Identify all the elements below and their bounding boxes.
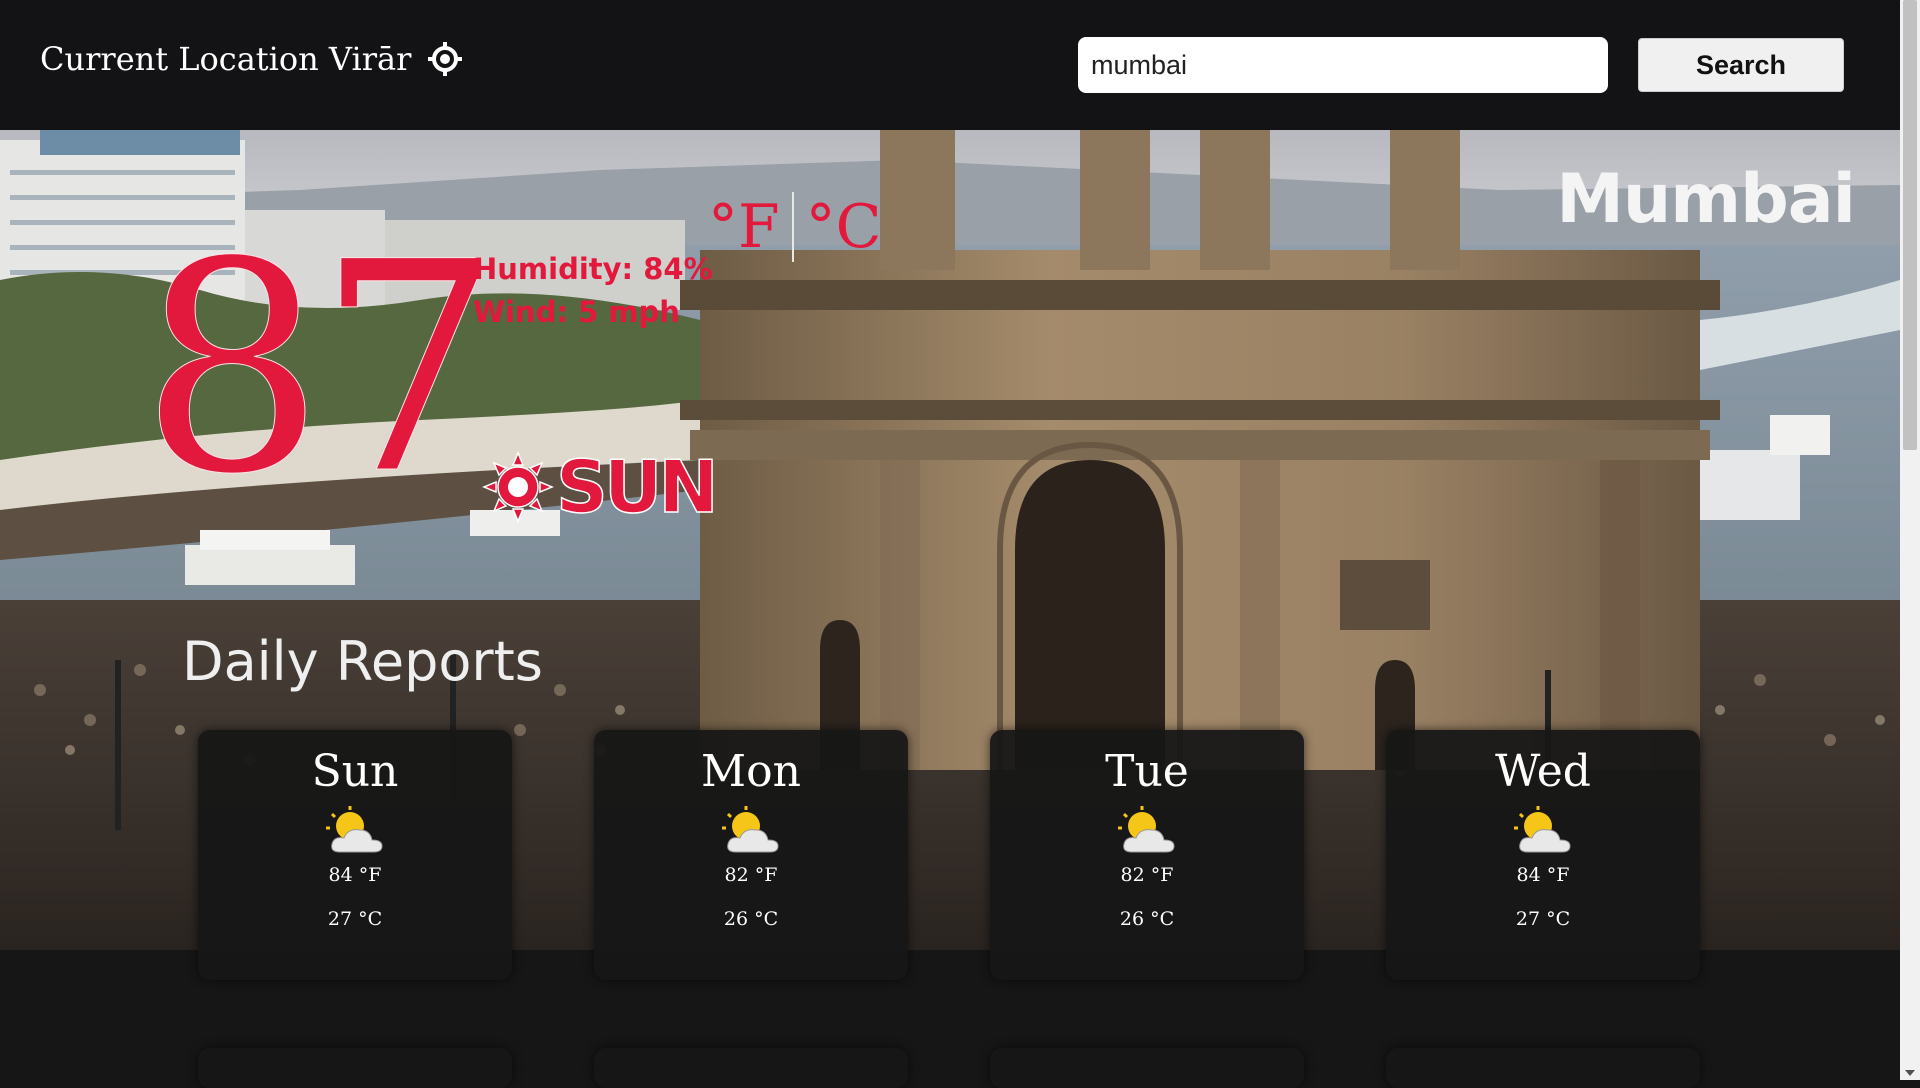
partly-sunny-icon <box>720 806 782 856</box>
forecast-card: Sun 84 °F 27 °C <box>198 730 512 980</box>
partly-sunny-icon <box>1512 806 1574 856</box>
forecast-temp-f: 82 °F <box>1120 864 1174 886</box>
search-input[interactable] <box>1078 37 1608 93</box>
forecast-temp-f: 84 °F <box>328 864 382 886</box>
search-button[interactable]: Search <box>1638 38 1844 92</box>
scrollbar-thumb[interactable] <box>1903 0 1917 450</box>
forecast-temp-f: 84 °F <box>1516 864 1570 886</box>
forecast-card-next <box>198 1048 512 1088</box>
unit-celsius-button[interactable]: °C <box>798 192 890 262</box>
forecast-temp-c: 26 °C <box>1119 908 1175 930</box>
forecast-temp-c: 26 °C <box>723 908 779 930</box>
current-location-label: Current Location Virār <box>40 40 412 78</box>
forecast-card-next <box>594 1048 908 1088</box>
forecast-day: Sun <box>311 746 399 797</box>
current-temperature: 87 <box>139 201 501 538</box>
forecast-card-next <box>1386 1048 1700 1088</box>
forecast-card: Tue 82 °F 26 °C <box>990 730 1304 980</box>
forecast-card: Mon 82 °F 26 °C <box>594 730 908 980</box>
unit-toggle: °F °C <box>700 192 890 262</box>
locate-icon[interactable] <box>427 41 463 77</box>
forecast-card: Wed 84 °F 27 °C <box>1386 730 1700 980</box>
forecast-temp-c: 27 °C <box>1515 908 1571 930</box>
wind-text: Wind: 5 mph <box>473 295 680 329</box>
forecast-temp-f: 82 °F <box>724 864 778 886</box>
daily-reports-title: Daily Reports <box>182 630 543 693</box>
forecast-day: Mon <box>701 746 801 797</box>
humidity-text: Humidity: 84% <box>473 252 713 286</box>
partly-sunny-icon <box>324 806 386 856</box>
forecast-day: Tue <box>1105 746 1189 797</box>
unit-fahrenheit-button[interactable]: °F <box>700 192 788 262</box>
current-location: Current Location Virār <box>40 40 463 78</box>
top-bar: Current Location Virār Search <box>0 0 1900 130</box>
weather-details: Humidity: 84% Wind: 5 mph <box>473 248 713 334</box>
city-name: Mumbai <box>1556 160 1856 239</box>
weather-condition: SUN <box>482 444 719 530</box>
forecast-card-next <box>990 1048 1304 1088</box>
unit-divider <box>791 192 794 262</box>
sun-icon <box>482 451 554 523</box>
scroll-down-icon[interactable] <box>1905 1070 1915 1076</box>
condition-label: SUN <box>555 444 719 530</box>
page-scrollbar[interactable] <box>1900 0 1920 1080</box>
partly-sunny-icon <box>1116 806 1178 856</box>
forecast-day: Wed <box>1495 746 1591 797</box>
forecast-temp-c: 27 °C <box>327 908 383 930</box>
